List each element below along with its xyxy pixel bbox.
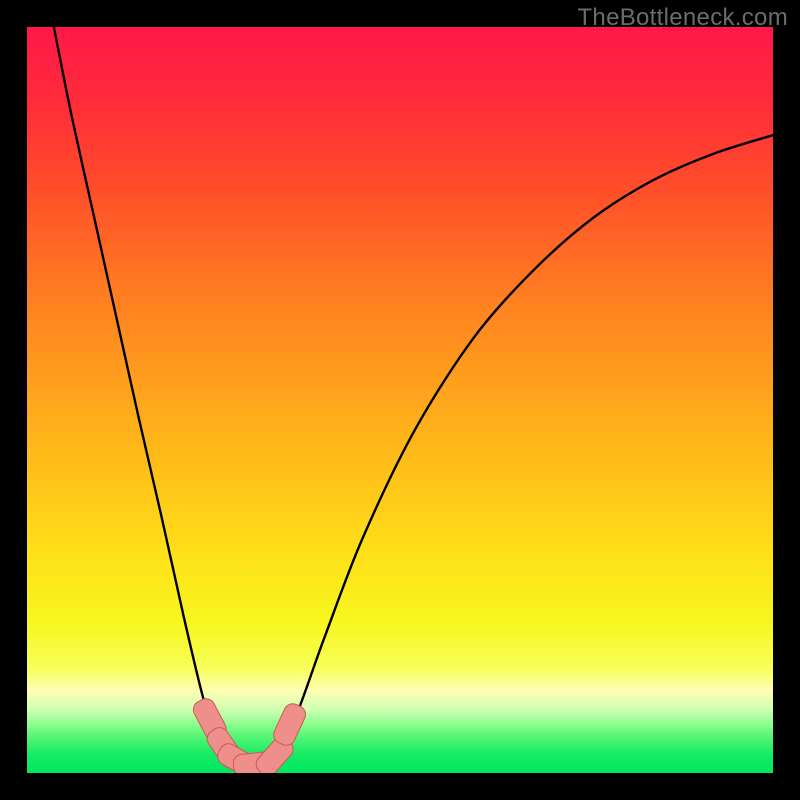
- chart-svg: [27, 27, 773, 773]
- plot-area: [27, 27, 773, 773]
- gradient-rect: [27, 27, 773, 773]
- chart-frame: TheBottleneck.com: [0, 0, 800, 800]
